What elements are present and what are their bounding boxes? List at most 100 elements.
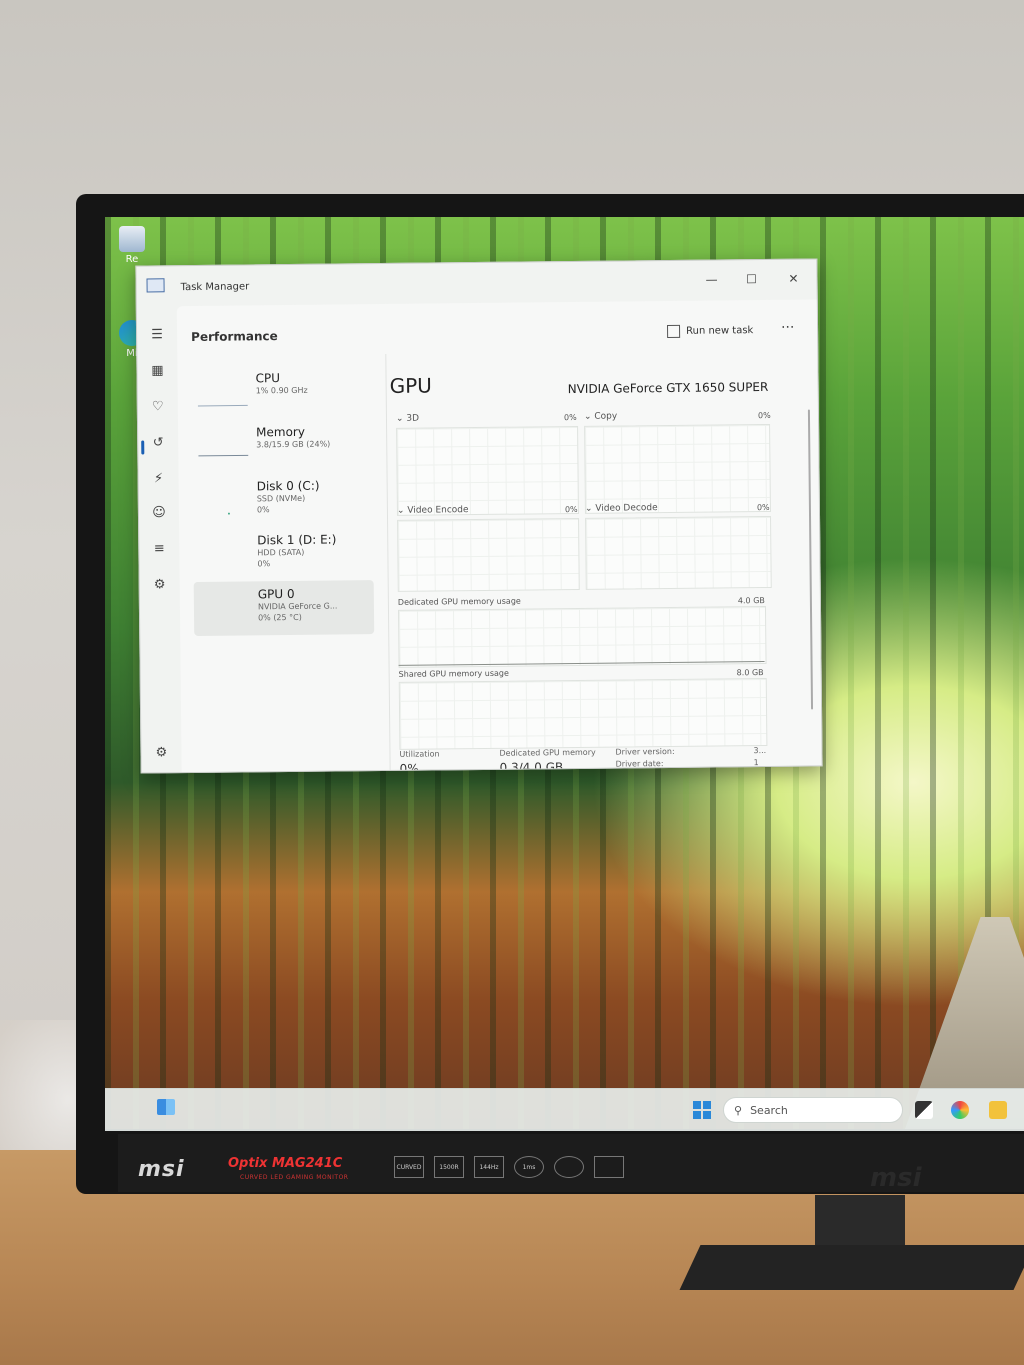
gpu-sparkline	[200, 591, 250, 626]
resource-name: Memory	[256, 424, 305, 440]
resource-name: GPU 0	[257, 586, 295, 602]
monitor-model: Optix MAG241C	[228, 1156, 343, 1171]
gpu-heading: GPU	[389, 373, 432, 398]
app-history-icon[interactable]: ↺	[148, 432, 168, 452]
widgets-icon[interactable]	[157, 1099, 175, 1115]
engine-label: 3D	[406, 413, 420, 424]
resource-detail: 1% 0.90 GHz	[255, 385, 308, 396]
more-options-button[interactable]: ···	[781, 320, 795, 336]
users-icon[interactable]: ☺	[149, 502, 169, 522]
performance-icon[interactable]: ♡	[148, 396, 168, 416]
shared-memory-graph	[398, 677, 768, 750]
feature-frameless-badge	[554, 1156, 584, 1178]
feature-144hz-badge: 144Hz	[474, 1156, 504, 1178]
resource-gpu-0[interactable]: GPU 0 NVIDIA GeForce G... 0% (25 °C)	[193, 580, 375, 636]
resource-name: CPU	[255, 371, 281, 386]
pane-divider	[385, 353, 391, 774]
msi-logo: msi	[138, 1157, 185, 1182]
engine-video-decode-selector[interactable]: ⌄ Video Decode	[585, 503, 658, 514]
stat-dedicated-label: Dedicated GPU memory	[499, 747, 596, 758]
search-placeholder: Search	[750, 1103, 788, 1117]
engine-video-encode-pct: 0%	[564, 504, 578, 515]
nav-active-indicator	[141, 440, 145, 455]
task-view-icon[interactable]	[915, 1101, 933, 1119]
feature-freesync-badge	[594, 1156, 624, 1178]
resource-usage: 0% (25 °C)	[258, 612, 302, 623]
engine-label: Video Decode	[595, 503, 658, 514]
stat-driver-date-value: 1	[753, 758, 759, 768]
disk1-sparkline	[199, 537, 249, 572]
maximize-button[interactable]: ☐	[736, 268, 766, 290]
gpu-model-name: NVIDIA GeForce GTX 1650 SUPER	[567, 379, 769, 397]
desktop-icon-label: Re	[125, 254, 139, 265]
recycle-bin-icon	[119, 226, 145, 252]
stat-driver-version-value: 3...	[753, 746, 767, 756]
stat-utilization-label: Utilization	[399, 749, 440, 759]
taskbar: ⚲ Search	[105, 1088, 1024, 1131]
copilot-icon[interactable]	[951, 1101, 969, 1119]
dedicated-memory-graph	[397, 606, 767, 668]
engine-copy-selector[interactable]: ⌄ Copy	[584, 412, 617, 422]
resource-detail: 3.8/15.9 GB (24%)	[256, 439, 331, 450]
shared-memory-max: 8.0 GB	[736, 668, 764, 678]
resource-list: CPU 1% 0.90 GHz Memory 3.8/15.9 GB (24%)…	[191, 364, 375, 636]
engine-label: Video Encode	[407, 505, 469, 516]
monitor-model-subtitle: CURVED LED GAMING MONITOR	[240, 1174, 349, 1181]
details-icon[interactable]: ≡	[149, 538, 169, 558]
search-icon: ⚲	[734, 1103, 743, 1117]
feature-curved-badge: CURVED	[394, 1156, 424, 1178]
desktop-icon-recycle-bin[interactable]: Re	[112, 226, 152, 265]
stat-driver-date-label: Driver date:	[615, 759, 664, 769]
resource-name: Disk 1 (D: E:)	[257, 532, 337, 548]
resource-disk-1[interactable]: Disk 1 (D: E:) HDD (SATA) 0%	[193, 526, 374, 582]
resource-cpu[interactable]: CPU 1% 0.90 GHz	[191, 364, 372, 420]
close-button[interactable]: ✕	[778, 268, 808, 290]
hamburger-icon[interactable]: ☰	[147, 324, 167, 344]
engine-video-encode-selector[interactable]: ⌄ Video Encode	[397, 505, 469, 516]
page-title: Performance	[191, 329, 278, 345]
engine-video-decode-pct: 0%	[756, 502, 770, 513]
performance-content: Performance Run new task ··· CPU 1% 0.90…	[176, 299, 822, 774]
engine-3d-selector[interactable]: ⌄ 3D	[396, 414, 419, 424]
start-button[interactable]	[693, 1101, 711, 1119]
dedicated-memory-max: 4.0 GB	[737, 596, 765, 606]
monitor-stand-base	[679, 1245, 1024, 1290]
feature-1500r-badge: 1500R	[434, 1156, 464, 1178]
search-box[interactable]: ⚲ Search	[723, 1097, 903, 1123]
engine-video-decode-graph	[585, 515, 772, 590]
run-task-icon	[667, 324, 681, 339]
dedicated-memory-label: Dedicated GPU memory usage	[397, 596, 521, 607]
resource-usage: 0%	[257, 559, 271, 569]
resource-name: Disk 0 (C:)	[256, 478, 320, 494]
services-icon[interactable]: ⚙	[150, 574, 170, 594]
engine-label: Copy	[594, 411, 618, 422]
shared-memory-label: Shared GPU memory usage	[398, 668, 509, 679]
settings-icon[interactable]: ⚙	[151, 742, 171, 762]
startup-apps-icon[interactable]: ⚡	[148, 468, 168, 488]
run-new-task-button[interactable]: Run new task	[667, 324, 754, 339]
resource-usage: 0%	[256, 505, 270, 515]
vertical-scrollbar[interactable]	[807, 409, 814, 710]
task-manager-window: Task Manager — ☐ ✕ ☰ ▦ ♡ ↺ ⚡ ☺ ≡ ⚙ ⚙ Per…	[135, 258, 823, 774]
stat-driver-version-label: Driver version:	[615, 746, 675, 757]
resource-memory[interactable]: Memory 3.8/15.9 GB (24%)	[192, 418, 373, 474]
nav-rail: ☰ ▦ ♡ ↺ ⚡ ☺ ≡ ⚙ ⚙	[137, 306, 182, 772]
engine-copy-pct: 0%	[757, 410, 771, 421]
engine-3d-pct: 0%	[563, 412, 577, 423]
window-title: Task Manager	[180, 281, 250, 294]
title-bar[interactable]: Task Manager — ☐ ✕	[136, 259, 816, 306]
engine-video-encode-graph	[397, 517, 580, 592]
cpu-sparkline	[197, 404, 248, 407]
feature-1ms-badge: 1ms	[514, 1156, 544, 1178]
minimize-button[interactable]: —	[696, 268, 726, 290]
memory-sparkline	[198, 454, 249, 457]
engine-copy-graph	[584, 423, 771, 514]
processes-icon[interactable]: ▦	[147, 360, 167, 380]
engine-3d-graph	[396, 425, 579, 516]
task-manager-app-icon	[146, 278, 165, 293]
disk0-sparkline	[227, 512, 230, 515]
file-explorer-icon[interactable]	[989, 1101, 1007, 1119]
msi-logo-right: msi	[870, 1163, 922, 1193]
run-new-task-label: Run new task	[686, 325, 754, 337]
resource-disk-0[interactable]: Disk 0 (C:) SSD (NVMe) 0%	[193, 472, 374, 528]
